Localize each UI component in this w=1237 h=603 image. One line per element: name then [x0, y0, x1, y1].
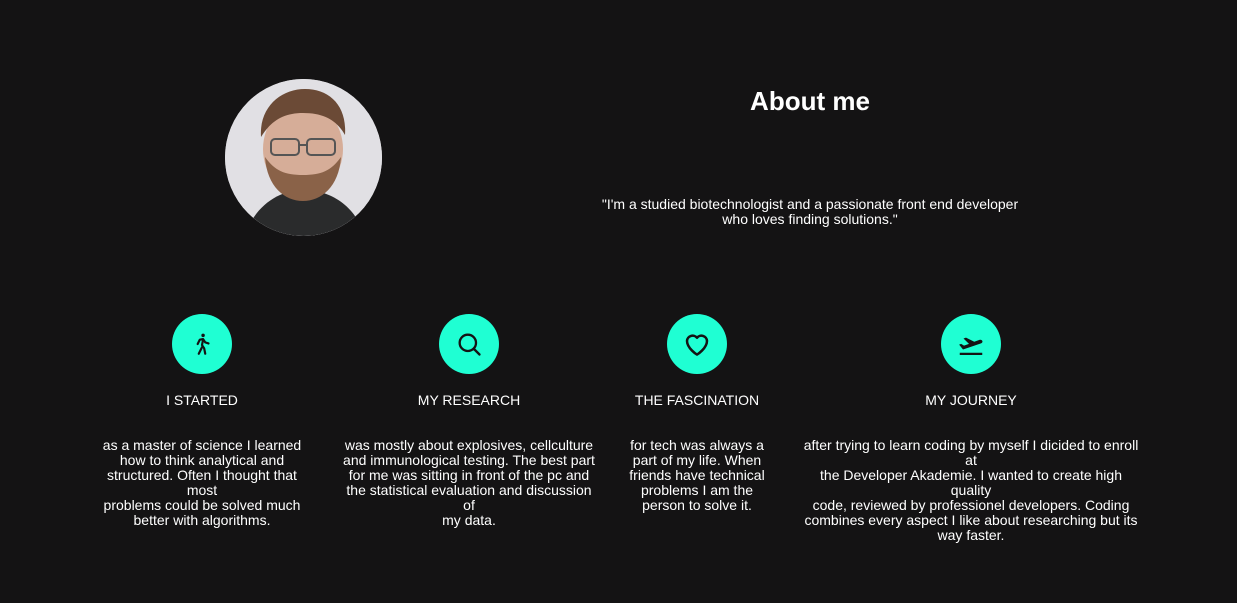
card-description: was mostly about explosives, cellculture…: [343, 437, 595, 528]
airplane-takeoff-icon: [941, 314, 1001, 374]
card-title: I STARTED: [166, 392, 238, 408]
card-description: after trying to learn coding by myself I…: [803, 437, 1139, 543]
card-i-started: I STARTED as a master of science I learn…: [92, 314, 312, 528]
intro-quote-line-1: "I'm a studied biotechnologist and a pas…: [601, 196, 1019, 212]
search-icon: [439, 314, 499, 374]
card-title: MY RESEARCH: [417, 392, 521, 408]
card-description: for tech was always a part of my life. W…: [629, 437, 765, 513]
intro-quote: "I'm a studied biotechnologist and a pas…: [600, 197, 1020, 227]
card-description: as a master of science I learned how to …: [102, 437, 302, 528]
walking-icon: [172, 314, 232, 374]
page-title: About me: [750, 86, 870, 116]
card-title: THE FASCINATION: [634, 392, 760, 408]
heart-icon: [667, 314, 727, 374]
about-me-section: About me "I'm a studied biotechnologist …: [0, 0, 1237, 603]
card-title: MY JOURNEY: [925, 392, 1017, 408]
card-my-journey: MY JOURNEY after trying to learn coding …: [800, 314, 1142, 543]
profile-photo-illustration: [225, 79, 382, 236]
profile-photo: [225, 79, 382, 236]
intro-quote-line-2: who loves finding solutions.": [722, 211, 898, 227]
card-the-fascination: THE FASCINATION for tech was always a pa…: [627, 314, 767, 513]
card-my-research: MY RESEARCH was mostly about explosives,…: [339, 314, 599, 528]
